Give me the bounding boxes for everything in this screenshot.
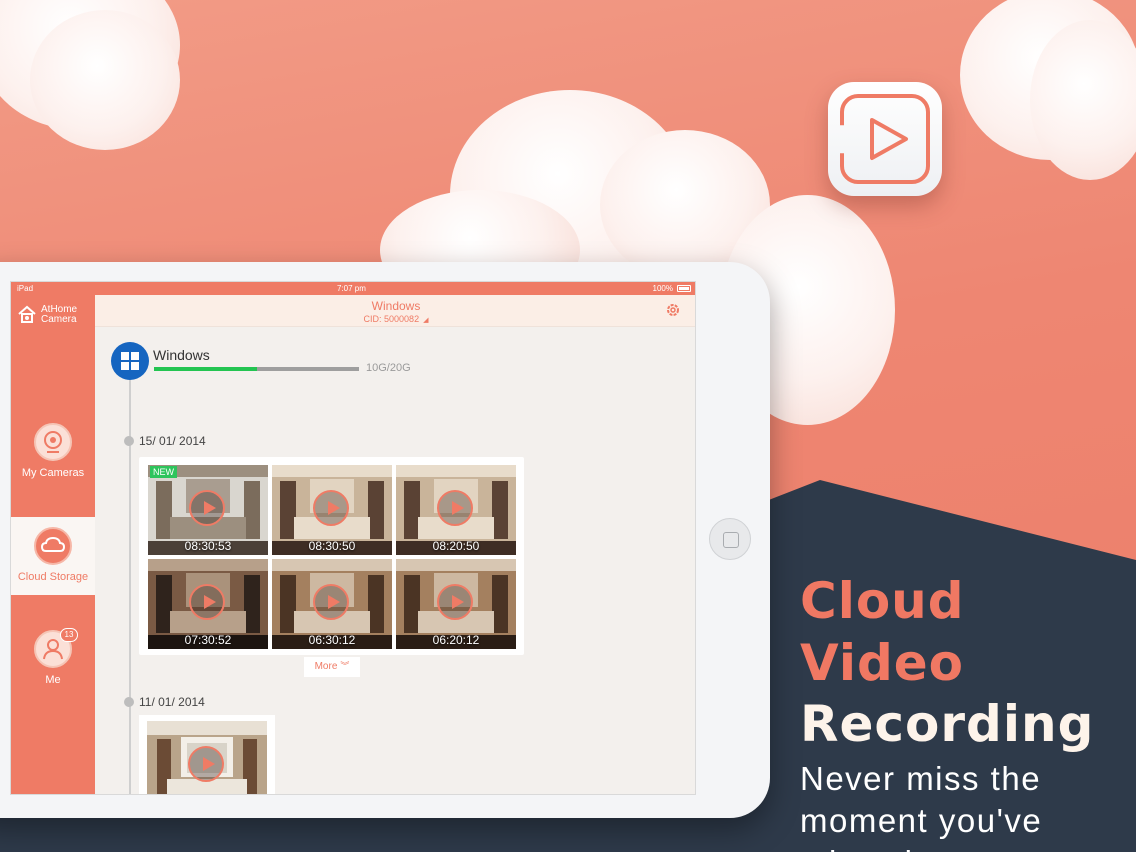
recordings-grid (139, 715, 275, 794)
home-button[interactable] (709, 518, 751, 560)
tagline-title-2: Recording (800, 695, 1095, 753)
person-icon: 13 (34, 628, 78, 668)
recording-time: 06:20:12 (432, 633, 480, 647)
camera-title[interactable]: Windows (95, 299, 695, 313)
play-icon[interactable] (189, 490, 225, 526)
nav-me[interactable]: 13 Me (11, 628, 95, 700)
cid-text: CID: 5000082 (363, 314, 420, 324)
timeline-dot (124, 436, 134, 446)
recording-thumbnail[interactable]: 06:30:12 (272, 559, 392, 649)
brand-line-2: Camera (41, 314, 77, 325)
group-date: 15/ 01/ 2014 (139, 434, 206, 448)
camera-cid[interactable]: CID: 5000082 ◢ (95, 314, 695, 324)
storage-bar-fill (154, 367, 257, 371)
recording-thumbnail[interactable]: 08:20:50 (396, 465, 516, 555)
carrier-label: iPad (17, 284, 34, 293)
gear-icon[interactable] (665, 302, 681, 318)
app-screen: iPad 7:07 pm 100% AtHome Camera My Camer… (10, 281, 696, 795)
camera-icon (34, 423, 72, 461)
recording-time: 08:30:50 (308, 539, 356, 553)
more-button[interactable]: More ︾ (304, 657, 360, 677)
recording-thumbnail[interactable]: 08:30:50 (272, 465, 392, 555)
battery-percent: 100% (652, 284, 673, 293)
tagline: Cloud Video Recording Never miss the mom… (800, 570, 1130, 852)
nav-label: Me (45, 674, 61, 686)
play-icon[interactable] (313, 584, 349, 620)
play-icon[interactable] (437, 584, 473, 620)
sidebar: AtHome Camera My Cameras Cloud Storage 1… (11, 295, 95, 794)
header: Windows CID: 5000082 ◢ (95, 295, 695, 327)
nav-cloud-storage[interactable]: Cloud Storage (11, 517, 95, 595)
home-camera-logo-icon (18, 305, 36, 323)
timeline-dot (124, 697, 134, 707)
app-play-icon (828, 82, 942, 196)
status-bar: iPad 7:07 pm 100% (11, 282, 695, 295)
recording-thumbnail[interactable]: 08:30:53 NEW (148, 465, 268, 555)
recording-thumbnail[interactable]: 06:20:12 (396, 559, 516, 649)
device-name: Windows (153, 347, 210, 363)
recording-time: 08:20:50 (432, 539, 480, 553)
nav-my-cameras[interactable]: My Cameras (11, 423, 95, 493)
recordings-grid: 08:30:53 NEW 08:30:50 08:20:50 07:30:52 06:30… (139, 457, 524, 655)
clock: 7:07 pm (337, 284, 366, 293)
play-icon[interactable] (188, 746, 224, 782)
recording-time: 07:30:52 (184, 633, 232, 647)
recording-thumbnail[interactable]: 07:30:52 (148, 559, 268, 649)
tagline-title-1: Cloud Video (800, 572, 965, 692)
recording-time: 08:30:53 (184, 539, 232, 553)
play-icon[interactable] (313, 490, 349, 526)
battery-icon (677, 285, 691, 292)
cloud-icon (34, 527, 72, 565)
chevron-down-icon: ︾ (340, 661, 350, 671)
play-icon[interactable] (189, 584, 225, 620)
storage-usage: 10G/20G (366, 362, 411, 374)
nav-label: Cloud Storage (17, 571, 89, 583)
play-icon[interactable] (437, 490, 473, 526)
cloud-decoration (30, 10, 180, 150)
new-badge: NEW (150, 466, 177, 478)
recording-thumbnail[interactable] (147, 721, 267, 794)
storage-bar (154, 367, 359, 371)
recording-time: 06:30:12 (308, 633, 356, 647)
notification-badge: 13 (60, 628, 78, 642)
more-label: More (314, 661, 338, 672)
tagline-subtitle: Never miss the moment you've missed (800, 760, 1043, 852)
dropdown-caret-icon: ◢ (423, 317, 429, 324)
windows-logo-icon (111, 342, 149, 380)
nav-label: My Cameras (21, 467, 85, 479)
group-date: 11/ 01/ 2014 (139, 695, 205, 709)
